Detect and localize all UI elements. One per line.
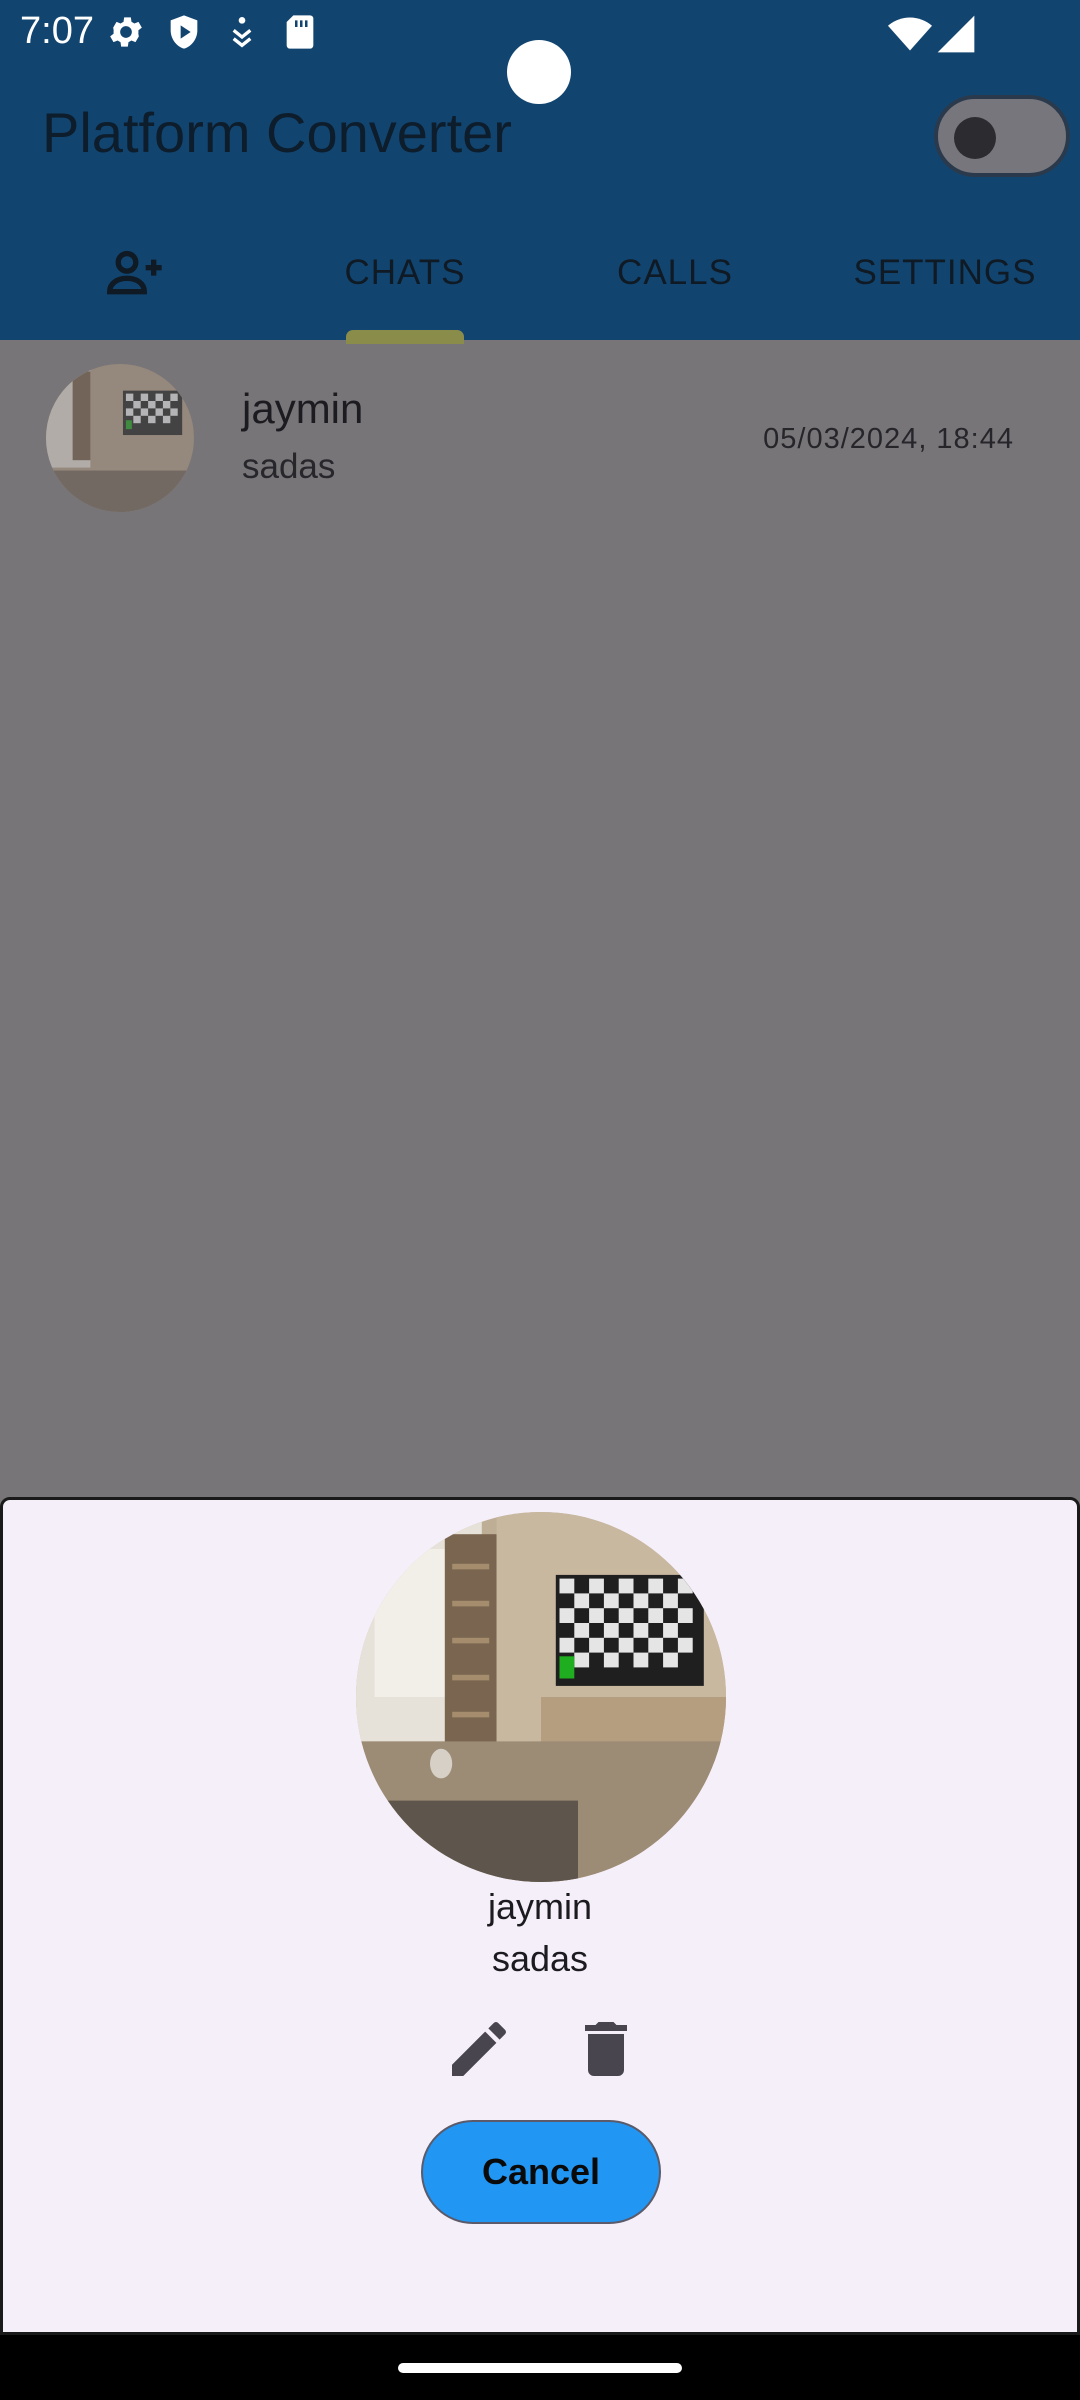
status-time: 7:07: [20, 10, 94, 52]
tab-indicator: [346, 330, 464, 344]
tab-add-contact[interactable]: [0, 205, 270, 340]
theme-toggle[interactable]: [934, 95, 1070, 177]
tab-calls[interactable]: CALLS: [540, 205, 810, 340]
contact-message: sadas: [491, 1938, 589, 1979]
chat-last-message: sadas: [242, 447, 336, 486]
chat-name: jaymin: [242, 385, 364, 432]
delete-icon[interactable]: [570, 2013, 642, 2085]
accessibility-icon: [232, 17, 252, 48]
wifi-icon: [888, 17, 932, 51]
contact-bottom-sheet: jaymin sadas Cancel: [0, 1497, 1080, 2335]
tab-bar: CHATS CALLS SETTINGS: [0, 205, 1080, 340]
avatar-image: [46, 364, 194, 512]
contact-avatar: [356, 1512, 726, 1882]
camera-cutout: [507, 40, 571, 104]
tab-settings[interactable]: SETTINGS: [810, 205, 1080, 340]
tab-chats[interactable]: CHATS: [270, 205, 540, 340]
signal-icon: [937, 15, 975, 53]
toggle-knob: [954, 117, 996, 159]
contact-name: jaymin: [487, 1886, 593, 1927]
gear-icon: [110, 17, 142, 47]
chat-list-item[interactable]: jaymin sadas 05/03/2024, 18:44: [0, 345, 1080, 535]
home-gesture-handle[interactable]: [398, 2363, 682, 2373]
sd-card-icon: [286, 15, 314, 49]
cancel-button[interactable]: Cancel: [421, 2120, 661, 2224]
contact-avatar-image: [356, 1512, 726, 1882]
add-person-icon: [106, 250, 162, 294]
app-bar: 7:07 Platform Converter CHATS CALLS SETT…: [0, 0, 1080, 344]
app-title: Platform Converter: [42, 101, 512, 164]
screen: 7:07 Platform Converter CHATS CALLS SETT…: [0, 0, 1080, 2400]
edit-icon[interactable]: [443, 2013, 515, 2085]
avatar: [46, 364, 194, 512]
chat-timestamp: 05/03/2024, 18:44: [763, 423, 1014, 455]
play-protect-icon: [170, 15, 198, 49]
